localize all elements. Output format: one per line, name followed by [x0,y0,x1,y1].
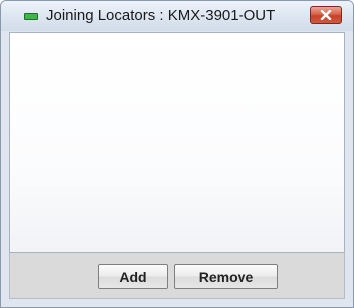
button-bar: Add Remove [9,253,345,299]
remove-button[interactable]: Remove [174,264,278,289]
close-button[interactable] [310,6,342,24]
window-title: Joining Locators : KMX-3901-OUT [46,7,276,24]
locator-list[interactable] [9,32,345,253]
title-bar[interactable]: Joining Locators : KMX-3901-OUT [1,1,353,31]
status-indicator-icon [24,13,38,20]
add-button[interactable]: Add [98,264,168,289]
joining-locators-dialog: Joining Locators : KMX-3901-OUT Add Remo… [0,0,354,308]
close-x-icon [320,10,332,20]
